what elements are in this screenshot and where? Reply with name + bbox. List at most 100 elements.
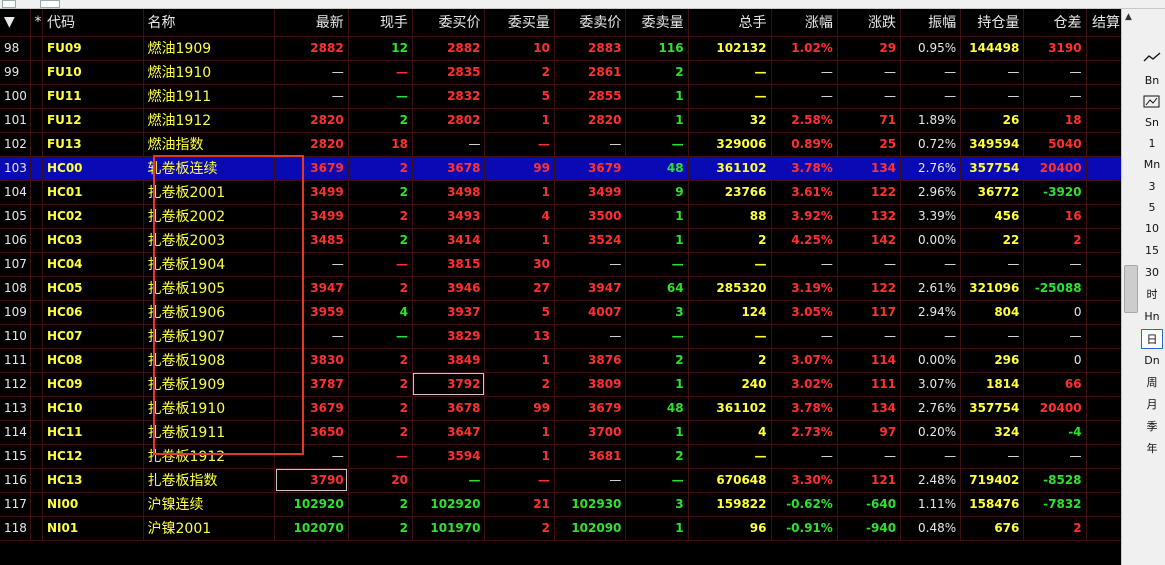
column-header[interactable]: 仓差 bbox=[1023, 9, 1087, 37]
column-header[interactable]: * bbox=[30, 9, 43, 37]
table-row[interactable]: 107 HC04 扎卷板1904— —3815 30— — — — — — — — bbox=[0, 252, 1125, 277]
column-header[interactable]: 持仓量 bbox=[960, 9, 1025, 37]
column-header[interactable]: 代码 bbox=[42, 9, 144, 37]
quote-cell: 3679 bbox=[274, 396, 349, 421]
contract-name: 扎卷板1909 bbox=[143, 372, 276, 397]
period-button[interactable]: Dn bbox=[1141, 351, 1163, 371]
period-button[interactable]: 日 bbox=[1141, 329, 1163, 349]
table-row[interactable]: 99 FU10 燃油1910— —2835 2 2861 2— — — — — — bbox=[0, 60, 1125, 85]
row-marker bbox=[30, 252, 43, 277]
quote-cell: 122 bbox=[837, 276, 902, 301]
quote-cell: 3499 bbox=[554, 180, 627, 205]
period-button[interactable]: 3 bbox=[1141, 177, 1163, 197]
quote-cell: 296 bbox=[960, 348, 1025, 373]
quote-cell: 361102 bbox=[688, 156, 772, 181]
table-row[interactable]: 110 HC07 扎卷板1907— —3829 13— — — — — — — — bbox=[0, 324, 1125, 349]
column-header[interactable]: 涨跌 bbox=[837, 9, 902, 37]
column-header[interactable]: 委买量 bbox=[484, 9, 555, 37]
period-button[interactable]: Bn bbox=[1141, 71, 1163, 91]
settlement-cell bbox=[1086, 60, 1125, 85]
quote-cell: 30 bbox=[484, 252, 555, 277]
column-header[interactable]: 委买价 bbox=[412, 9, 486, 37]
quote-cell: 2.58% bbox=[771, 108, 838, 133]
row-marker bbox=[30, 36, 43, 61]
row-index: 116 bbox=[0, 468, 31, 493]
table-row[interactable]: 116 HC13 扎卷板指数 3790 20— — — —670648 3.30% 121 2.48… bbox=[0, 468, 1125, 493]
quote-cell: — bbox=[960, 252, 1025, 277]
table-row[interactable]: 112 HC09 扎卷板1909 3787 2 3792 2 3809 1 240 3.02% 111… bbox=[0, 372, 1125, 397]
table-row[interactable]: 98 FU09 燃油1909 2882 12 2882 10 2883 116 102132 1.0… bbox=[0, 36, 1125, 61]
row-marker bbox=[30, 420, 43, 445]
contract-name: 燃油1912 bbox=[143, 108, 276, 133]
table-row[interactable]: 104 HC01 扎卷板2001 3499 2 3498 1 3499 9 23766 3.61% 1… bbox=[0, 180, 1125, 205]
quote-cell: 2 bbox=[348, 204, 413, 229]
period-button[interactable]: 5 bbox=[1141, 198, 1163, 218]
toolbar-tab[interactable] bbox=[40, 0, 60, 8]
quote-cell: 2883 bbox=[554, 36, 627, 61]
table-row[interactable]: 114 HC11 扎卷板1911 3650 2 3647 1 3700 1 4 2.73% 97 0.2… bbox=[0, 420, 1125, 445]
period-button[interactable]: 30 bbox=[1141, 263, 1163, 283]
table-row[interactable]: 109 HC06 扎卷板1906 3959 4 3937 5 4007 3 124 3.05% 117… bbox=[0, 300, 1125, 325]
period-button[interactable]: 季 bbox=[1141, 417, 1163, 437]
toolbar-tab[interactable] bbox=[2, 0, 16, 8]
column-header[interactable]: 结算 bbox=[1086, 9, 1125, 37]
row-index: 98 bbox=[0, 36, 31, 61]
row-marker bbox=[30, 60, 43, 85]
period-button[interactable]: 15 bbox=[1141, 241, 1163, 261]
table-row[interactable]: 105 HC02 扎卷板2002 3499 2 3493 4 3500 1 88 3.92% 132 3… bbox=[0, 204, 1125, 229]
period-button[interactable]: 年 bbox=[1141, 439, 1163, 459]
table-row[interactable]: 115 HC12 扎卷板1912— —3594 1 3681 2— — — — — — bbox=[0, 444, 1125, 469]
table-row[interactable]: 103 HC00 轧卷板连续 3679 2 3678 99 3679 48 361102 3.78%… bbox=[0, 156, 1125, 181]
column-header[interactable]: 名称 bbox=[143, 9, 276, 37]
quote-cell: — bbox=[837, 252, 902, 277]
table-row[interactable]: 101 FU12 燃油1912 2820 2 2802 1 2820 1 32 2.58% 71 1.8… bbox=[0, 108, 1125, 133]
table-row[interactable]: 102 FU13 燃油指数 2820 18— — — —329006 0.89% 25 0.72% 3… bbox=[0, 132, 1125, 157]
quote-cell: 36772 bbox=[960, 180, 1025, 205]
period-button[interactable]: 月 bbox=[1141, 395, 1163, 415]
quote-cell: -0.62% bbox=[771, 492, 838, 517]
quote-cell: 102930 bbox=[554, 492, 627, 517]
line-chart-icon[interactable] bbox=[1143, 51, 1161, 63]
column-header[interactable]: 最新 bbox=[274, 9, 349, 37]
quote-cell: 3947 bbox=[554, 276, 627, 301]
quote-cell: 2 bbox=[625, 60, 689, 85]
row-index: 106 bbox=[0, 228, 31, 253]
period-button[interactable]: 时 bbox=[1141, 285, 1163, 305]
table-row[interactable]: 111 HC08 扎卷板1908 3830 2 3849 1 3876 2 2 3.07% 114 0.… bbox=[0, 348, 1125, 373]
sort-dropdown-icon[interactable]: ▼ bbox=[0, 9, 31, 37]
table-row[interactable]: 106 HC03 扎卷板2003 3485 2 3414 1 3524 1 2 4.25% 142 0.… bbox=[0, 228, 1125, 253]
table-row[interactable]: 117 NI00 沪镍连续 102920 2 102920 21 102930 3 159822-… bbox=[0, 492, 1125, 517]
quote-cell: 719402 bbox=[960, 468, 1025, 493]
quote-cell: -940 bbox=[837, 516, 902, 541]
period-button[interactable]: Mn bbox=[1141, 155, 1163, 175]
quote-cell: 324 bbox=[960, 420, 1025, 445]
vertical-scrollbar[interactable]: ▲ bbox=[1121, 9, 1139, 565]
quote-cell: 20400 bbox=[1023, 396, 1087, 421]
period-button[interactable]: Sn bbox=[1141, 113, 1163, 133]
contract-code: NI00 bbox=[42, 492, 144, 517]
quote-cell: 285320 bbox=[688, 276, 772, 301]
scroll-up-icon[interactable]: ▲ bbox=[1125, 12, 1132, 22]
column-header[interactable]: 总手 bbox=[688, 9, 772, 37]
quote-cell: 121 bbox=[837, 468, 902, 493]
quote-cell: 3937 bbox=[412, 300, 486, 325]
period-button[interactable]: Hn bbox=[1141, 307, 1163, 327]
table-row[interactable]: 118 NI01 沪镍2001 102070 2 101970 2 102090 1 96 -0.9… bbox=[0, 516, 1125, 541]
table-row[interactable]: 100 FU11 燃油1911— —2832 5 2855 1— — — — — — bbox=[0, 84, 1125, 109]
period-button[interactable]: 周 bbox=[1141, 373, 1163, 393]
table-row[interactable]: 108 HC05 扎卷板1905 3947 2 3946 27 3947 64 285320 3.1… bbox=[0, 276, 1125, 301]
column-header[interactable]: 委卖价 bbox=[554, 9, 627, 37]
period-button[interactable]: 10 bbox=[1141, 219, 1163, 239]
period-button[interactable]: 1 bbox=[1141, 134, 1163, 154]
chart-window-icon[interactable] bbox=[1143, 95, 1161, 109]
row-marker bbox=[30, 180, 43, 205]
column-header[interactable]: 委卖量 bbox=[625, 9, 689, 37]
column-header[interactable]: 振幅 bbox=[900, 9, 962, 37]
quote-cell: 1 bbox=[484, 228, 555, 253]
column-header[interactable]: 涨幅 bbox=[771, 9, 838, 37]
table-row[interactable]: 113 HC10 扎卷板1910 3679 2 3678 99 3679 48 361102 3.7… bbox=[0, 396, 1125, 421]
quote-cell: 240 bbox=[688, 372, 772, 397]
quote-cell: 2820 bbox=[274, 108, 349, 133]
scrollbar-thumb[interactable] bbox=[1124, 265, 1138, 313]
column-header[interactable]: 现手 bbox=[348, 9, 413, 37]
